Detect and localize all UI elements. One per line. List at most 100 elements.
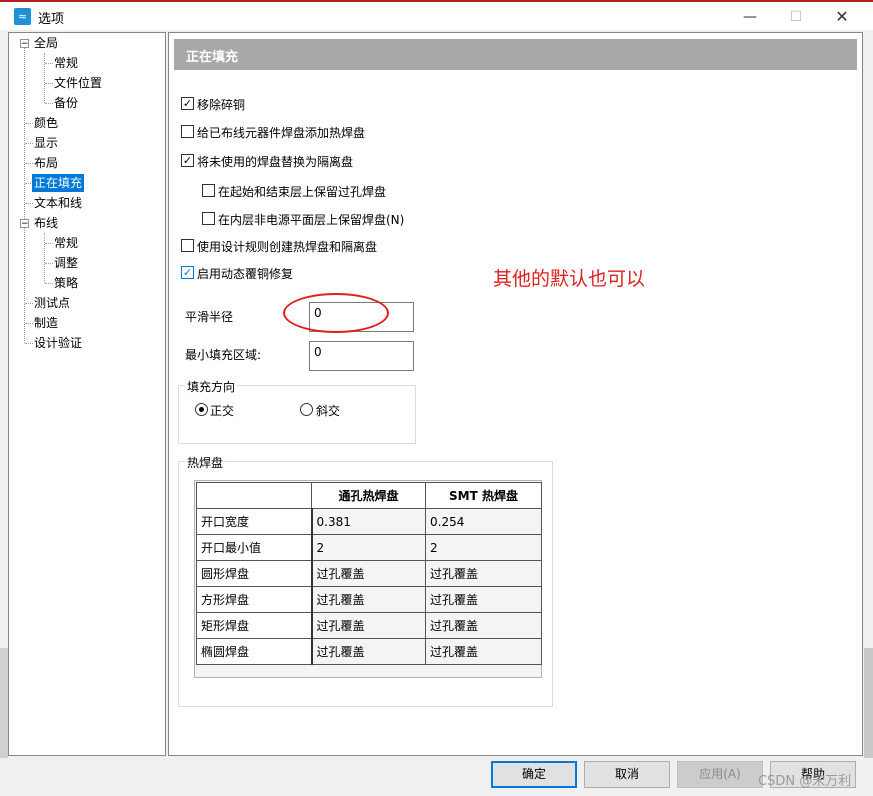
min-fill-area-input[interactable]: 0 <box>309 341 414 371</box>
tree-item-strategy[interactable]: 策略 <box>54 274 78 292</box>
tree-line <box>25 323 33 324</box>
min-fill-area-label: 最小填充区域: <box>185 348 262 362</box>
apply-button[interactable]: 应用(A) <box>677 761 763 788</box>
tree-item-manufacturing[interactable]: 制造 <box>34 314 58 332</box>
table-cell[interactable]: 2 <box>311 534 426 561</box>
cancel-button[interactable]: 取消 <box>584 761 670 788</box>
orthogonal-radio[interactable] <box>195 403 208 416</box>
column-header: 通孔热焊盘 <box>311 482 426 509</box>
checkbox-label: 启用动态覆铜修复 <box>197 267 294 281</box>
table-row: 方形焊盘 过孔覆盖 过孔覆盖 <box>196 586 542 613</box>
panel-header: 正在填充 <box>174 39 857 70</box>
column-header: SMT 热焊盘 <box>425 482 542 509</box>
column-header <box>196 482 312 509</box>
tree-line <box>25 143 33 144</box>
radio-label: 斜交 <box>316 404 341 418</box>
maximize-button[interactable]: ☐ <box>773 4 819 30</box>
tree-item-pour[interactable]: 正在填充 <box>32 174 85 192</box>
collapse-icon[interactable]: − <box>20 39 29 49</box>
table-row: 矩形焊盘 过孔覆盖 过孔覆盖 <box>196 612 542 639</box>
tree-item-text-lines[interactable]: 文本和线 <box>34 194 82 212</box>
options-tree[interactable]: − 全局 常规 文件位置 备份 颜色 显示 布局 正在填充 文本和线 − 布线 … <box>8 32 166 756</box>
tree-line <box>45 83 53 84</box>
tree-item-routing[interactable]: 布线 <box>34 214 58 232</box>
tree-line <box>25 303 33 304</box>
keep-via-pads-checkbox[interactable] <box>202 184 215 197</box>
table-row: 开口宽度 0.381 0.254 <box>196 508 542 535</box>
background-edge <box>0 648 8 758</box>
table-cell[interactable]: 过孔覆盖 <box>425 586 542 613</box>
background-edge <box>864 648 873 758</box>
remove-copper-islands-checkbox[interactable]: ✓ <box>181 97 194 110</box>
table-cell[interactable]: 过孔覆盖 <box>425 560 542 587</box>
tree-line <box>45 243 53 244</box>
dynamic-copper-repair-checkbox[interactable]: ✓ <box>181 266 194 279</box>
tree-item-display[interactable]: 显示 <box>34 134 58 152</box>
collapse-icon[interactable]: − <box>20 219 29 229</box>
table-cell[interactable]: 过孔覆盖 <box>425 638 542 665</box>
minimize-button[interactable]: — <box>727 4 773 30</box>
checkbox-label: 在起始和结束层上保留过孔焊盘 <box>218 185 387 199</box>
row-header: 开口宽度 <box>196 508 313 535</box>
table-cell[interactable]: 过孔覆盖 <box>311 612 426 639</box>
tree-item-test-points[interactable]: 测试点 <box>34 294 70 312</box>
row-header: 矩形焊盘 <box>196 612 313 639</box>
tree-line <box>45 63 53 64</box>
tree-item-design-verification[interactable]: 设计验证 <box>34 334 82 352</box>
table-row: 开口最小值 2 2 <box>196 534 542 561</box>
watermark: CSDN @宋万利 <box>758 774 852 789</box>
table-cell[interactable]: 过孔覆盖 <box>311 560 426 587</box>
checkbox-label: 将未使用的焊盘替换为隔离盘 <box>197 155 354 169</box>
tree-line <box>25 183 31 184</box>
thermal-table[interactable]: 通孔热焊盘 SMT 热焊盘 开口宽度 0.381 0.254 开口最小值 2 2… <box>196 482 542 665</box>
table-row: 椭圆焊盘 过孔覆盖 过孔覆盖 <box>196 638 542 665</box>
add-thermals-checkbox[interactable] <box>181 125 194 138</box>
thermal-title: 热焊盘 <box>185 454 226 471</box>
checkbox-label: 给已布线元器件焊盘添加热焊盘 <box>197 126 366 140</box>
keep-inner-pads-checkbox[interactable] <box>202 212 215 225</box>
fill-direction-title: 填充方向 <box>185 378 238 395</box>
table-cell[interactable]: 过孔覆盖 <box>311 586 426 613</box>
tree-item-backup[interactable]: 备份 <box>54 94 78 112</box>
table-cell[interactable]: 2 <box>425 534 542 561</box>
app-icon: ≈ <box>14 8 31 25</box>
diagonal-radio[interactable] <box>300 403 313 416</box>
checkbox-label: 使用设计规则创建热焊盘和隔离盘 <box>197 240 378 254</box>
ok-button[interactable]: 确定 <box>491 761 577 788</box>
checkbox-label: 移除碎铜 <box>197 98 246 112</box>
tree-line <box>44 53 45 103</box>
radio-label: 正交 <box>210 404 235 418</box>
close-button[interactable]: ✕ <box>819 4 865 30</box>
row-header: 圆形焊盘 <box>196 560 313 587</box>
tree-line <box>45 103 53 104</box>
table-cell[interactable]: 过孔覆盖 <box>425 612 542 639</box>
tree-item-routing-general[interactable]: 常规 <box>54 234 78 252</box>
table-row: 圆形焊盘 过孔覆盖 过孔覆盖 <box>196 560 542 587</box>
table-cell[interactable]: 0.254 <box>425 508 542 535</box>
replace-unused-pads-checkbox[interactable]: ✓ <box>181 154 194 167</box>
tree-line <box>45 263 53 264</box>
row-header: 开口最小值 <box>196 534 313 561</box>
tree-line <box>25 203 33 204</box>
tree-item-general[interactable]: 常规 <box>54 54 78 72</box>
checkbox-label: 在内层非电源平面层上保留焊盘(N) <box>218 213 405 227</box>
tree-item-colors[interactable]: 颜色 <box>34 114 58 132</box>
tree-item-file-locations[interactable]: 文件位置 <box>54 74 102 92</box>
table-cell[interactable]: 0.381 <box>311 508 426 535</box>
annotation-text: 其他的默认也可以 <box>493 268 646 290</box>
tree-item-layout[interactable]: 布局 <box>34 154 58 172</box>
title-bar[interactable]: ≈ 选项 — ☐ ✕ <box>0 2 873 30</box>
tree-line <box>25 343 33 344</box>
use-design-rules-checkbox[interactable] <box>181 239 194 252</box>
tree-line <box>24 47 25 343</box>
tree-item-adjust[interactable]: 调整 <box>54 254 78 272</box>
tree-item-global[interactable]: 全局 <box>34 34 58 52</box>
smooth-radius-label: 平滑半径 <box>185 310 234 324</box>
table-cell[interactable]: 过孔覆盖 <box>311 638 426 665</box>
row-header: 方形焊盘 <box>196 586 313 613</box>
tree-line <box>25 163 33 164</box>
tree-line <box>44 233 45 283</box>
annotation-ellipse <box>283 293 389 333</box>
panel-title: 正在填充 <box>186 50 239 65</box>
tree-line <box>45 283 53 284</box>
